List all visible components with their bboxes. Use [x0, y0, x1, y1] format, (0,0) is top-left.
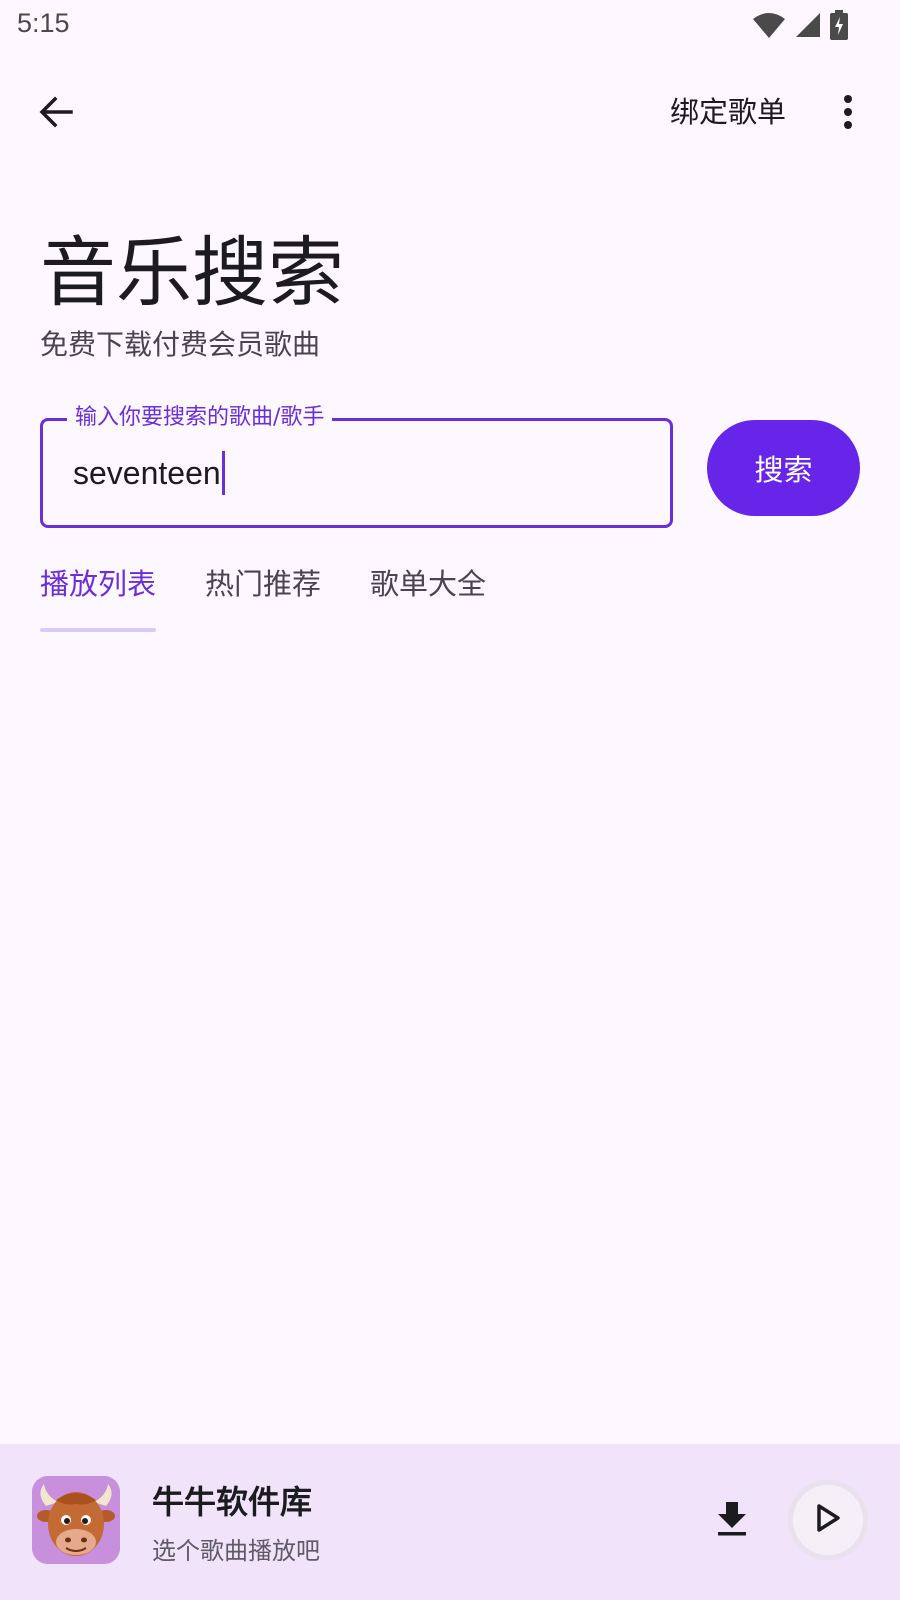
search-input-text: seventeen [73, 455, 221, 491]
status-bar: 5:15 [0, 0, 900, 50]
more-options-button[interactable] [832, 90, 864, 138]
arrow-back-icon [38, 94, 74, 134]
app-bar: 绑定歌单 [0, 70, 900, 154]
track-subtitle: 选个歌曲播放吧 [152, 1537, 320, 1565]
signal-icon [794, 11, 822, 43]
mini-player[interactable]: 牛牛软件库 选个歌曲播放吧 [0, 1444, 900, 1600]
tab-hot-recommend[interactable]: 热门推荐 [205, 558, 321, 634]
tab-playlist[interactable]: 播放列表 [40, 558, 157, 634]
more-vert-icon [842, 94, 854, 134]
play-icon [814, 1503, 842, 1537]
status-icons [752, 10, 848, 44]
search-input-value[interactable]: seventeen [73, 450, 225, 496]
play-button[interactable] [788, 1480, 868, 1560]
status-time: 5:15 [17, 8, 70, 38]
search-button[interactable]: 搜索 [707, 420, 860, 516]
tab-all-playlists[interactable]: 歌单大全 [370, 558, 486, 634]
download-button[interactable] [710, 1496, 754, 1544]
wifi-icon [752, 11, 786, 43]
download-icon [716, 1500, 748, 1540]
page-subtitle: 免费下载付费会员歌曲 [40, 328, 321, 361]
bind-playlist-button[interactable]: 绑定歌单 [670, 90, 786, 134]
page-title: 音乐搜索 [40, 228, 344, 317]
search-input-label: 输入你要搜索的歌曲/歌手 [67, 401, 333, 435]
back-button[interactable] [32, 90, 80, 138]
text-cursor [221, 451, 225, 495]
tab-bar: 播放列表 热门推荐 歌单大全 [40, 558, 486, 634]
track-title: 牛牛软件库 [152, 1483, 313, 1521]
search-input[interactable]: 输入你要搜索的歌曲/歌手 seventeen [40, 401, 673, 528]
album-art [32, 1476, 120, 1564]
battery-charging-icon [830, 10, 848, 44]
